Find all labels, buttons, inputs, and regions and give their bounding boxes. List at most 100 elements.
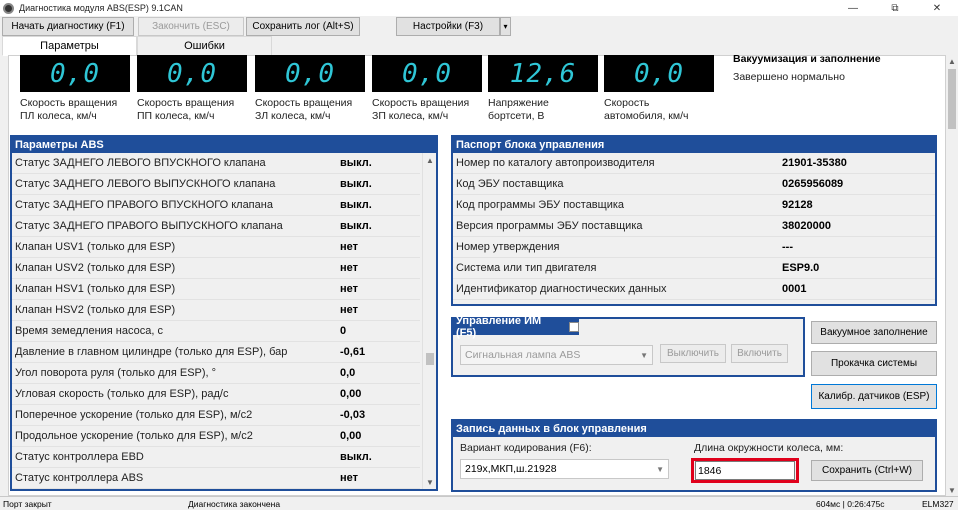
abs-param-row: Статус ЗАДНЕГО ЛЕВОГО ВПУСКНОГО клапана в… (12, 153, 420, 174)
bleed-system-button[interactable]: Прокачка системы (811, 351, 937, 376)
coding-select[interactable]: 219x,МКП,ш.21928 ▼ (460, 459, 669, 479)
abs-param-value: выкл. (340, 157, 372, 169)
chevron-down-icon: ▼ (640, 350, 648, 360)
abs-param-row: Статус контроллера ABS нет (12, 468, 420, 489)
im-control-title: Управление ИМ (F5) (453, 315, 579, 339)
abs-param-value: 0,00 (340, 430, 362, 442)
vacuum-fill-button[interactable]: Вакуумное заполнение (811, 321, 937, 344)
abs-param-row: Статус ЗАДНЕГО ПРАВОГО ВПУСКНОГО клапана… (12, 195, 420, 216)
abs-param-value: 0 (340, 325, 347, 337)
abs-param-name: Клапан USV2 (только для ESP) (15, 262, 176, 274)
abs-param-value: выкл. (340, 178, 372, 190)
passport-field-value: 38020000 (782, 220, 831, 232)
passport-field-value: 21901-35380 (782, 157, 847, 169)
passport-row: Номер по каталогу автопроизводителя 21901… (453, 153, 935, 174)
app-icon (3, 2, 14, 14)
abs-param-value: выкл. (340, 220, 372, 232)
passport-row: Версия программы ЭБУ поставщика 38020000 (453, 216, 935, 237)
passport-title: Паспорт блока управления (453, 137, 935, 153)
close-icon[interactable]: ✕ (916, 0, 958, 16)
passport-field-value: 0265956089 (782, 178, 844, 190)
scroll-thumb[interactable] (948, 69, 956, 129)
gauge-display-fr: 0,0 (137, 55, 247, 92)
coding-select-value: 219x,МКП,ш.21928 (465, 463, 557, 475)
abs-param-row: Продольное ускорение (только для ESP), м… (12, 426, 420, 447)
diag-status: Диагностика закончена (188, 499, 281, 509)
gauge-label-rl: Скорость вращения ЗЛ колеса, км/ч (255, 97, 353, 122)
scroll-up-icon[interactable]: ▲ (946, 55, 958, 67)
passport-row: Код программы ЭБУ поставщика 92128 (453, 195, 935, 216)
tab-errors[interactable]: Ошибки (137, 36, 272, 56)
settings-dropdown-icon[interactable]: ▾ (500, 17, 511, 36)
abs-param-value: -0,61 (340, 346, 366, 358)
wheel-circumference-input[interactable]: 1846 (695, 461, 795, 480)
main-scrollbar[interactable]: ▲ ▼ (946, 55, 958, 496)
actuator-select[interactable]: Сигнальная лампа ABS ▼ (460, 345, 653, 365)
vacuum-status: Завершено нормально (733, 71, 845, 83)
abs-scroll-thumb[interactable] (426, 353, 434, 365)
status-bar: Порт закрыт Диагностика закончена 604мс … (0, 496, 958, 510)
passport-field-value: 92128 (782, 199, 813, 211)
gauge-display-speed: 0,0 (604, 55, 714, 92)
abs-param-name: Давление в главном цилиндре (только для … (15, 346, 288, 358)
abs-param-name: Угловая скорость (только для ESP), рад/с (15, 388, 229, 400)
save-coding-button[interactable]: Сохранить (Ctrl+W) (811, 460, 923, 481)
stop-button[interactable]: Закончить (ESC) (138, 17, 244, 36)
actuator-select-value: Сигнальная лампа ABS (465, 349, 581, 361)
abs-param-row: Статус ЗАДНЕГО ПРАВОГО ВЫПУСКНОГО клапан… (12, 216, 420, 237)
passport-field-value: 0001 (782, 283, 807, 295)
abs-param-name: Продольное ускорение (только для ESP), м… (15, 430, 253, 442)
passport-field-name: Номер по каталогу автопроизводителя (456, 157, 655, 169)
abs-param-row: Время земедления насоса, с 0 (12, 321, 420, 342)
turn-off-button[interactable]: Выключить (660, 344, 726, 363)
abs-param-row: Давление в главном цилиндре (только для … (12, 342, 420, 363)
abs-param-value: нет (340, 283, 359, 295)
abs-param-row: Статус контроллера EBD выкл. (12, 447, 420, 468)
restore-icon[interactable]: ⧉ (874, 0, 916, 16)
abs-params-scrollbar[interactable]: ▲ ▼ (422, 153, 436, 489)
tab-params[interactable]: Параметры (2, 36, 137, 56)
passport-row: Номер утверждения --- (453, 237, 935, 258)
wheel-circumference-label: Длина окружности колеса, мм: (694, 442, 844, 454)
gauge-label-speed: Скорость автомобиля, км/ч (604, 97, 689, 122)
abs-param-name: Статус ЗАДНЕГО ПРАВОГО ВЫПУСКНОГО клапан… (15, 220, 283, 232)
passport-field-name: Система или тип двигателя (456, 262, 597, 274)
abs-param-row: Поперечное ускорение (только для ESP), м… (12, 405, 420, 426)
abs-params-title: Параметры ABS (12, 137, 436, 153)
calibrate-sensors-button[interactable]: Калибр. датчиков (ESP) (811, 384, 937, 409)
coding-label: Вариант кодирования (F6): (460, 442, 592, 454)
abs-param-value: -0,03 (340, 409, 366, 421)
port-status: Порт закрыт (3, 499, 52, 509)
save-log-button[interactable]: Сохранить лог (Alt+S) (246, 17, 360, 36)
gauge-display-voltage: 12,6 (488, 55, 598, 92)
passport-row: Идентификатор диагностических данных 0001 (453, 279, 935, 300)
passport-field-name: Идентификатор диагностических данных (456, 283, 667, 295)
abs-param-row: Угол поворота руля (только для ESP), ° 0,… (12, 363, 420, 384)
write-data-title: Запись данных в блок управления (453, 421, 935, 437)
abs-param-row: Клапан USV1 (только для ESP) нет (12, 237, 420, 258)
gauge-label-fr: Скорость вращения ПП колеса, км/ч (137, 97, 235, 122)
title-bar: Диагностика модуля ABS(ESP) 9.1CAN — ⧉ ✕ (0, 0, 958, 16)
gauge-label-rr: Скорость вращения ЗП колеса, км/ч (372, 97, 470, 122)
settings-button[interactable]: Настройки (F3) (396, 17, 500, 36)
scroll-down-icon[interactable]: ▼ (946, 484, 958, 496)
abs-param-row: Статус ЗАДНЕГО ЛЕВОГО ВЫПУСКНОГО клапана… (12, 174, 420, 195)
start-diagnostics-button[interactable]: Начать диагностику (F1) (2, 17, 134, 36)
vacuum-title: Вакуумизация и заполнение (733, 53, 881, 65)
passport-field-value: --- (782, 241, 793, 253)
gauge-display-rl: 0,0 (255, 55, 365, 92)
abs-scroll-up-icon[interactable]: ▲ (423, 153, 437, 167)
im-control-checkbox[interactable] (569, 322, 579, 332)
abs-param-name: Статус ЗАДНЕГО ЛЕВОГО ВЫПУСКНОГО клапана (15, 178, 276, 190)
abs-param-name: Статус контроллера EBD (15, 451, 144, 463)
abs-param-name: Поперечное ускорение (только для ESP), м… (15, 409, 253, 421)
abs-param-name: Угол поворота руля (только для ESP), ° (15, 367, 217, 379)
passport-field-name: Код ЭБУ поставщика (456, 178, 564, 190)
abs-param-value: нет (340, 472, 359, 484)
abs-param-name: Статус ЗАДНЕГО ЛЕВОГО ВПУСКНОГО клапана (15, 157, 266, 169)
abs-scroll-down-icon[interactable]: ▼ (423, 475, 437, 489)
passport-field-name: Номер утверждения (456, 241, 560, 253)
minimize-icon[interactable]: — (832, 0, 874, 16)
abs-param-name: Статус ЗАДНЕГО ПРАВОГО ВПУСКНОГО клапана (15, 199, 273, 211)
turn-on-button[interactable]: Включить (731, 344, 788, 363)
